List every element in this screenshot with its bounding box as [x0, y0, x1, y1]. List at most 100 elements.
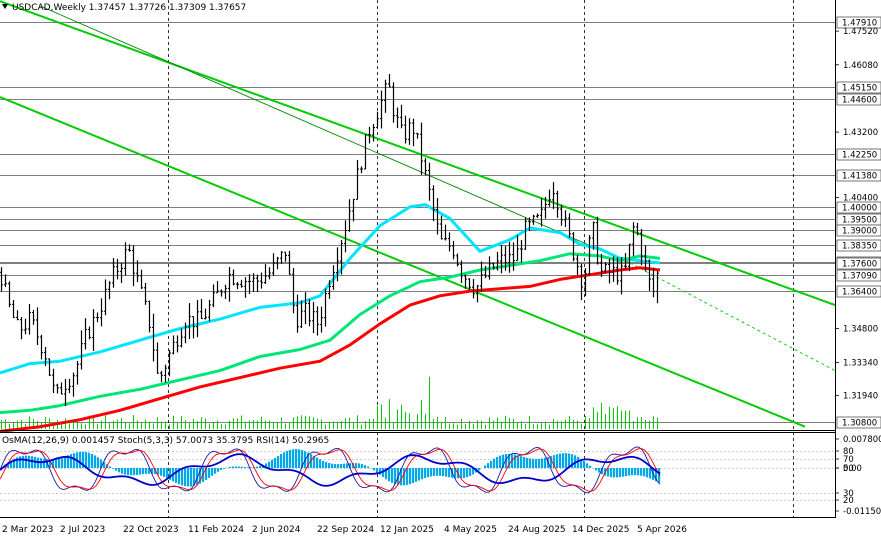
osma-bar [538, 458, 541, 468]
osma-bar [28, 455, 31, 468]
osma-bar [112, 468, 115, 469]
osma-bar [646, 468, 649, 478]
time-tick-label: 12 Jan 2025 [380, 525, 434, 535]
time-tick-label: 11 Feb 2024 [188, 525, 244, 535]
osma-bar [463, 468, 466, 478]
osma-bar [43, 458, 46, 468]
price-level-label: 1.36400 [842, 288, 877, 298]
osma-bar [535, 459, 538, 468]
osma-bar [238, 466, 241, 468]
osma-bar [619, 468, 622, 478]
osma-bar [70, 454, 73, 468]
symbol-header: USDCAD,Weekly 1.37457 1.37726 1.37309 1.… [12, 3, 246, 13]
osma-bar [523, 457, 526, 468]
osma-bar [163, 468, 166, 477]
osma-bar [145, 468, 148, 474]
time-tick-label: 24 Aug 2025 [508, 525, 566, 535]
osma-bar [403, 468, 406, 486]
indicator-tick-label: -0.011505 [843, 507, 881, 517]
price-level-label: 1.39000 [842, 227, 877, 237]
price-tick-label: 1.43200 [843, 128, 878, 138]
osma-bar [118, 468, 121, 473]
price-level-label: 1.45150 [842, 84, 877, 94]
osma-bar [223, 468, 226, 469]
osma-bar [334, 464, 337, 468]
osma-bar [628, 468, 631, 476]
osma-bar [409, 468, 412, 485]
osma-bar [559, 453, 562, 468]
time-tick-label: 22 Sep 2024 [317, 525, 374, 535]
osma-bar [439, 468, 442, 476]
osma-bar [22, 455, 25, 468]
osma-bar [637, 468, 640, 476]
osma-bar [274, 457, 277, 468]
osma-bar [109, 466, 112, 468]
osma-bar [526, 457, 529, 468]
osma-bar [499, 455, 502, 468]
osma-bar [337, 464, 340, 468]
time-tick-label: 14 Dec 2025 [572, 525, 630, 535]
osma-bar [256, 466, 259, 468]
price-tick-label: 1.34800 [843, 324, 878, 334]
osma-bar [466, 468, 469, 478]
osma-bar [424, 468, 427, 479]
price-level-label: 1.42250 [842, 151, 877, 161]
osma-bar [214, 468, 217, 474]
osma-bar [586, 463, 589, 468]
price-tick-label: 1.33340 [843, 359, 878, 369]
osma-bar [184, 468, 187, 487]
osma-bar [418, 468, 421, 481]
osma-bar [247, 467, 250, 468]
osma-bar [298, 449, 301, 468]
osma-bar [478, 468, 481, 471]
osma-bar [388, 468, 391, 482]
osma-bar [124, 468, 127, 475]
time-tick-label: 22 Oct 2023 [123, 525, 179, 535]
osma-bar [232, 466, 235, 468]
osma-bar [208, 468, 211, 478]
osma-bar [430, 468, 433, 477]
price-level-label: 1.44600 [842, 96, 877, 106]
osma-bar [61, 457, 64, 468]
osma-bar [259, 465, 262, 468]
osma-bar [562, 453, 565, 468]
osma-bar [268, 461, 271, 468]
osma-bar [376, 468, 379, 473]
time-tick-label: 2 Mar 2023 [2, 525, 53, 535]
osma-bar [142, 468, 145, 475]
price-tick-label: 1.31940 [843, 391, 878, 401]
osma-bar [190, 468, 193, 487]
price-level-label: 1.30800 [842, 419, 877, 429]
osma-bar [595, 468, 598, 471]
osma-bar [415, 468, 418, 482]
price-level-label: 1.37090 [842, 272, 877, 282]
time-axis: 2 Mar 2023 2 Jul 2023 22 Oct 2023 11 Feb 20… [2, 525, 687, 535]
indicator-header-text: OsMA(12,26,9) 0.001457 Stoch(5,3,3) 57.0… [2, 436, 329, 446]
osma-bar [343, 463, 346, 468]
osma-bar [328, 463, 331, 468]
osma-bar [634, 468, 637, 476]
osma-bar [640, 468, 643, 476]
osma-bar [541, 458, 544, 468]
osma-bar [280, 454, 283, 468]
osma-bar [433, 468, 436, 476]
indicator-header: OsMA(12,26,9) 0.001457 Stoch(5,3,3) 57.0… [2, 436, 329, 446]
osma-bar [643, 468, 646, 477]
osma-bar [427, 468, 430, 478]
osma-bar [421, 468, 424, 480]
osma-bar [286, 450, 289, 468]
osma-bar [217, 468, 220, 472]
osma-bar [292, 449, 295, 468]
osma-bar [316, 457, 319, 468]
osma-bar [211, 468, 214, 476]
osma-bar [166, 468, 169, 479]
osma-bar [97, 457, 100, 468]
osma-bar [295, 449, 298, 468]
osma-bar [589, 465, 592, 468]
osma-bar [355, 463, 358, 468]
osma-bar [529, 458, 532, 468]
price-level-label: 1.40000 [842, 204, 877, 214]
osma-bar [391, 468, 394, 483]
time-tick-label: 2 Jun 2024 [252, 525, 301, 535]
osma-bar [115, 468, 118, 471]
